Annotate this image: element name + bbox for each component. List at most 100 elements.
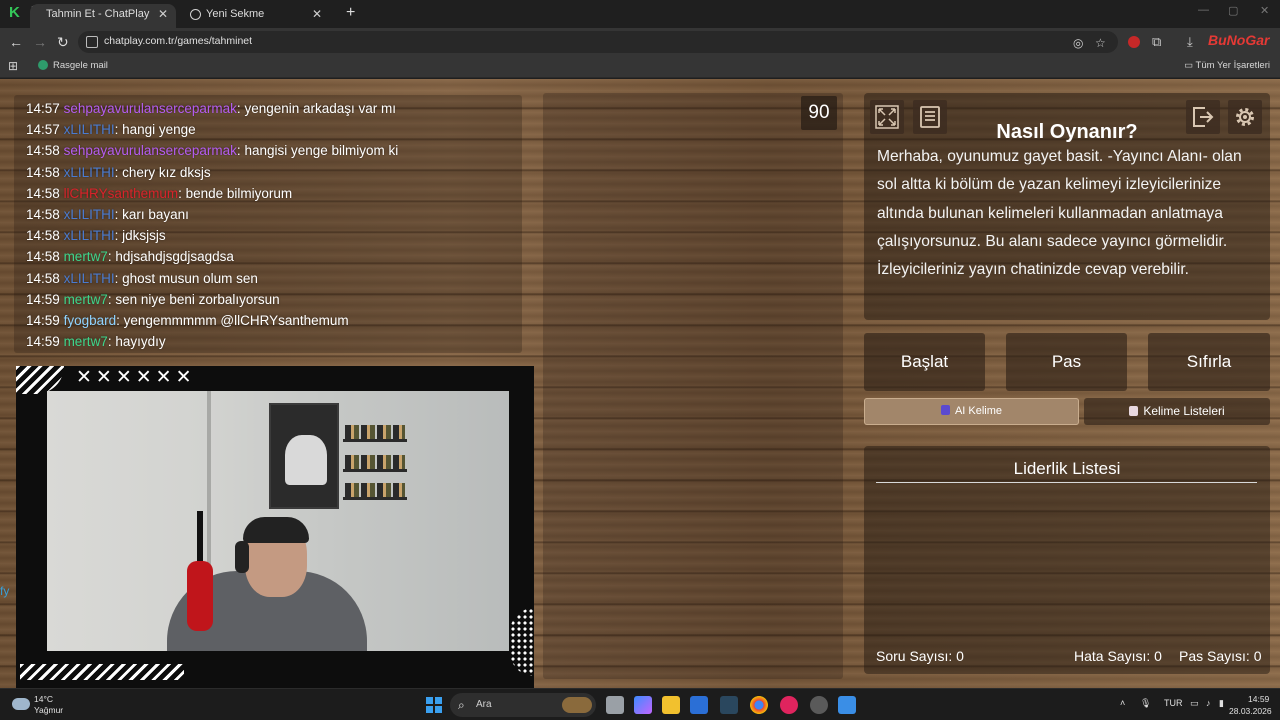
weather-cloud-icon[interactable] [12,698,30,710]
file-explorer-icon[interactable] [662,696,680,714]
game-page: 14:57 sehpayavurulanserceparmak: yengeni… [0,79,1280,688]
volume-icon[interactable]: ♪ [1206,698,1211,708]
forward-icon[interactable]: → [33,33,47,51]
chat-username[interactable]: llCHRYsanthemum [64,186,179,201]
headset [235,541,249,573]
download-icon[interactable]: ⤓ [1187,34,1193,50]
tab-new-tab[interactable]: Yeni Sekme ✕ [184,4,330,28]
chrome-icon [190,9,201,20]
eye-off-icon[interactable]: ◎ [1073,36,1083,50]
app-icon[interactable] [780,696,798,714]
exit-button[interactable] [1186,100,1220,134]
tab-ai-word[interactable]: AI Kelime [864,398,1079,425]
chat-username[interactable]: sehpayavurulanserceparmak [64,143,237,158]
wall-poster [269,403,339,509]
tab-tahmin-et[interactable]: Tahmin Et - ChatPlay ✕ [30,4,176,28]
extensions-puzzle-icon[interactable]: ⧉ [1152,34,1161,50]
settings-button[interactable] [1228,100,1262,134]
apps-grid-icon[interactable]: ⊞ [8,59,18,73]
address-bar[interactable]: chatplay.com.tr/games/tahminet ◎ ☆ [78,31,1118,53]
url-text[interactable]: chatplay.com.tr/games/tahminet [104,35,252,47]
chat-message: 14:58 llCHRYsanthemum: bende bilmiyorum [26,183,522,204]
chrome-icon[interactable] [750,696,768,714]
chat-text: yengenin arkadaşı var mı [244,101,397,116]
bookmark-star-icon[interactable]: ☆ [1095,36,1106,50]
start-button[interactable]: Başlat [864,333,985,391]
chat-text: ghost musun olum sen [122,270,258,286]
tray-chevron-icon[interactable]: ˄ [1120,698,1125,708]
search-placeholder: Ara [476,699,492,710]
clock-time[interactable]: 14:59 [1248,694,1269,704]
app-badge[interactable]: K 11 [9,3,43,23]
store-icon[interactable] [690,696,708,714]
chat-timestamp: 14:58 [26,249,60,265]
bookmarks-bar: ⊞ Rasgele mail ▭ Tüm Yer İşaretleri [0,56,1280,78]
error-count-label: Hata Sayısı: [1074,648,1151,664]
bunogar-logo[interactable]: BuNoGar [1208,32,1269,48]
maximize-button[interactable]: ▢ [1228,4,1238,17]
chat-message: 14:58 xLILITHI: jdksjsjs [26,225,522,246]
windows-taskbar: 14°C Yağmur ⌕ Ara ˄ 🎙 TUR ▭ ♪ ▮ 14:59 28… [0,688,1280,720]
language-indicator[interactable]: TUR [1164,698,1183,708]
chat-username[interactable]: mertw7 [64,249,108,264]
close-window-button[interactable]: ✕ [1260,4,1269,17]
tab-word-lists[interactable]: Kelime Listeleri [1084,398,1270,425]
microphone-icon[interactable]: 🎙 [1140,698,1151,709]
chat-text: hayıydıy [115,334,166,350]
copilot-icon[interactable] [634,696,652,714]
back-icon[interactable]: ← [9,33,23,51]
extension-icon[interactable] [1128,36,1140,48]
battery-icon[interactable]: ▮ [1219,698,1224,709]
notebook-icon [1129,406,1139,416]
tab-close-icon[interactable]: ✕ [312,4,322,24]
pass-button[interactable]: Pas [1006,333,1127,391]
chat-text: karı bayanı [122,207,189,223]
new-tab-button[interactable]: + [346,4,355,22]
windows-start-icon[interactable] [426,697,442,713]
chat-username[interactable]: sehpayavurulanserceparmak [64,101,237,116]
chat-username[interactable]: xLILITHI [64,122,115,137]
chat-message: 14:58 sehpayavurulanserceparmak: hangisi… [26,140,522,161]
all-bookmarks[interactable]: ▭ Tüm Yer İşaretleri [1184,60,1270,71]
chat-username[interactable]: xLILITHI [64,271,115,286]
tab-close-icon[interactable]: ✕ [158,4,168,24]
chat-username[interactable]: xLILITHI [64,207,115,222]
decorative-dots [510,608,534,676]
app-icon[interactable] [810,696,828,714]
chat-message: 14:58 xLILITHI: chery kız dksjs [26,162,522,183]
browser-toolbar: ← → ↻ chatplay.com.tr/games/tahminet ◎ ☆… [0,28,1280,56]
question-count-value: 0 [956,648,964,664]
chat-message: 14:58 xLILITHI: karı bayanı [26,204,522,225]
minimize-button[interactable]: — [1198,4,1209,16]
clock-date[interactable]: 28.03.2026 [1229,706,1272,716]
chat-message: 14:57 xLILITHI: hangi yenge [26,119,522,140]
how-to-play-text: Merhaba, oyunumuz gayet basit. -Yayıncı … [877,148,1242,279]
chat-username[interactable]: xLILITHI [64,165,115,180]
chat-text: sen niye beni zorbalıyorsun [115,291,280,307]
chat-username[interactable]: fyogbard [64,313,117,328]
streamer-area: 90 [543,93,843,679]
network-icon[interactable]: ▭ [1190,698,1199,709]
chat-ghost-text: fy [0,584,10,598]
chat-timestamp: 14:57 [26,101,60,116]
webcam-video [47,391,509,651]
weather-temperature[interactable]: 14°C [34,694,53,704]
weather-description[interactable]: Yağmur [34,705,63,715]
notepad-icon[interactable] [838,696,856,714]
reload-icon[interactable]: ↻ [57,33,69,51]
search-icon: ⌕ [458,698,465,712]
steam-icon[interactable] [720,696,738,714]
chat-text: chery kız dksjs [122,164,211,180]
robot-icon [940,405,950,415]
chat-username[interactable]: xLILITHI [64,228,115,243]
chat-username[interactable]: mertw7 [64,334,108,349]
chat-username[interactable]: mertw7 [64,292,108,307]
taskbar-search[interactable]: ⌕ Ara [450,693,596,717]
reset-button[interactable]: Sıfırla [1148,333,1270,391]
wall-shelf [343,497,407,500]
task-view-icon[interactable] [606,696,624,714]
site-info-icon[interactable] [86,36,98,48]
tab-ai-word-label: AI Kelime [954,405,1003,417]
bookmark-rasgele-mail[interactable]: Rasgele mail [38,60,108,71]
chat-timestamp: 14:59 [26,334,60,350]
